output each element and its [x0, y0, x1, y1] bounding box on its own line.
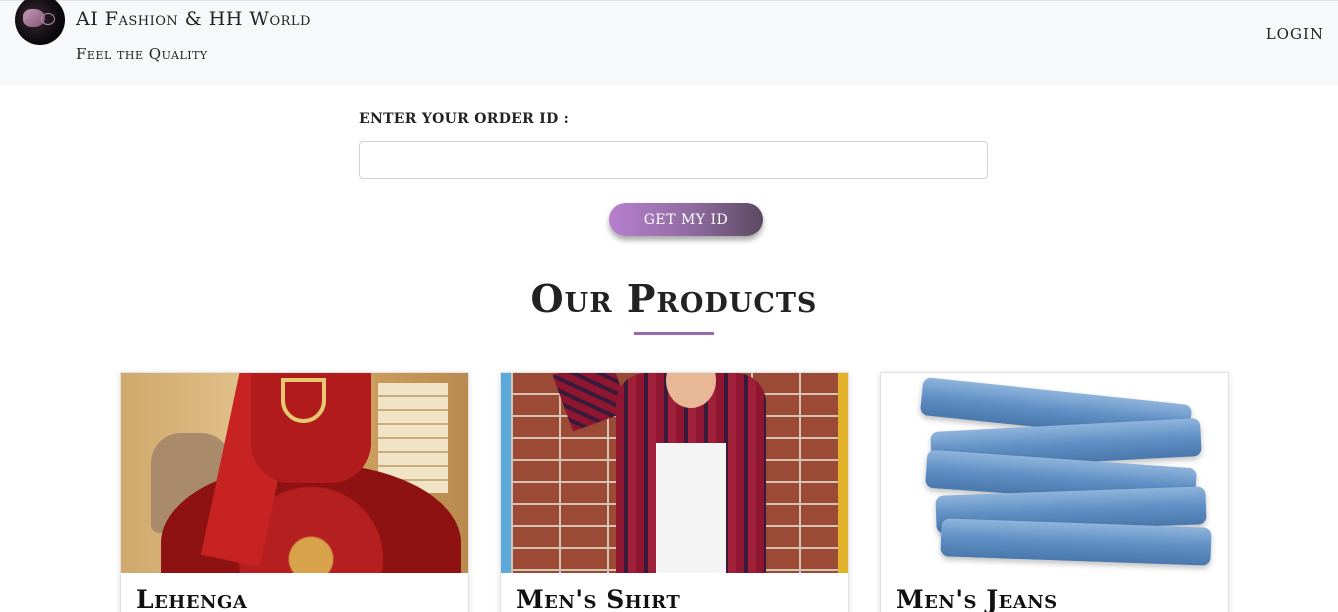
order-id-label: ENTER YOUR ORDER ID :: [359, 111, 570, 127]
brand-logo[interactable]: [15, 0, 65, 45]
get-my-id-button[interactable]: GET MY ID: [609, 203, 763, 236]
product-name[interactable]: Lehenga: [136, 585, 247, 612]
brand-title[interactable]: AI Fashion & HH World: [76, 8, 311, 30]
brand-tagline: Feel the Quality: [76, 45, 208, 63]
title-underline-divider: [634, 332, 714, 335]
necklace-shape: [281, 378, 326, 423]
folded-jeans-shape: [940, 518, 1212, 566]
logo-ring-icon: [41, 13, 55, 25]
top-navbar: AI Fashion & HH World Feel the Quality L…: [0, 0, 1338, 85]
product-name[interactable]: Men's Jeans: [896, 585, 1058, 612]
order-id-input[interactable]: [359, 141, 988, 179]
products-section-title: Our Products: [530, 276, 818, 321]
mens-shirt-image[interactable]: [501, 373, 848, 573]
mens-jeans-image[interactable]: [881, 373, 1228, 573]
product-card-lehenga[interactable]: Lehenga: [120, 372, 469, 612]
lehenga-image[interactable]: [121, 373, 468, 573]
product-name[interactable]: Men's Shirt: [516, 585, 680, 612]
login-link[interactable]: LOGIN: [1266, 25, 1324, 43]
product-card-mens-jeans[interactable]: Men's Jeans: [880, 372, 1229, 612]
white-tee-shape: [656, 443, 726, 573]
product-card-mens-shirt[interactable]: Men's Shirt: [500, 372, 849, 612]
